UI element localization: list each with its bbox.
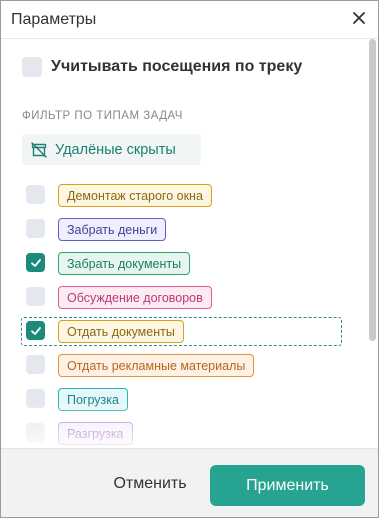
parameters-dialog: Параметры Учитывать посещения по треку Ф…	[0, 0, 379, 518]
task-type-checkbox[interactable]	[26, 185, 45, 204]
task-type-tag[interactable]: Обсуждение договоров	[58, 286, 212, 309]
task-type-checkbox[interactable]	[26, 389, 45, 408]
dialog-footer: Отменить Применить	[1, 448, 378, 517]
task-type-checkbox[interactable]	[26, 355, 45, 374]
task-type-tag[interactable]: Забрать деньги	[58, 218, 167, 241]
deleted-hidden-label: Удалёные скрыты	[55, 141, 176, 158]
task-type-checkbox[interactable]	[26, 423, 45, 442]
close-icon	[353, 12, 365, 24]
task-type-tag[interactable]: Забрать документы	[58, 252, 191, 275]
track-visits-checkbox[interactable]	[22, 57, 42, 77]
task-type-tag[interactable]: Отдать рекламные материалы	[58, 354, 255, 377]
task-type-tag[interactable]: Демонтаж старого окна	[58, 184, 212, 207]
track-visits-label[interactable]: Учитывать посещения по треку	[51, 58, 302, 76]
task-type-tag[interactable]: Отдать документы	[58, 320, 184, 343]
task-type-checkbox[interactable]	[26, 219, 45, 238]
deleted-hidden-toggle[interactable]: Удалёные скрыты	[22, 134, 201, 165]
apply-button[interactable]: Применить	[210, 465, 365, 506]
task-type-tag[interactable]: Разгрузка	[58, 422, 133, 445]
close-button[interactable]	[348, 7, 370, 29]
scrollbar[interactable]	[369, 39, 376, 341]
cancel-button[interactable]: Отменить	[98, 466, 202, 502]
task-type-checkbox[interactable]	[26, 253, 45, 272]
checkmark-icon	[30, 326, 41, 335]
archive-crossed-icon	[31, 141, 47, 158]
checkmark-icon	[30, 258, 41, 267]
dialog-header: Параметры	[1, 1, 378, 39]
filter-section-label: ФИЛЬТР ПО ТИПАМ ЗАДАЧ	[22, 110, 183, 122]
dialog-title: Параметры	[11, 11, 97, 28]
task-type-checkbox[interactable]	[26, 287, 45, 306]
task-type-tag[interactable]: Погрузка	[58, 388, 128, 411]
task-type-checkbox[interactable]	[26, 321, 45, 340]
